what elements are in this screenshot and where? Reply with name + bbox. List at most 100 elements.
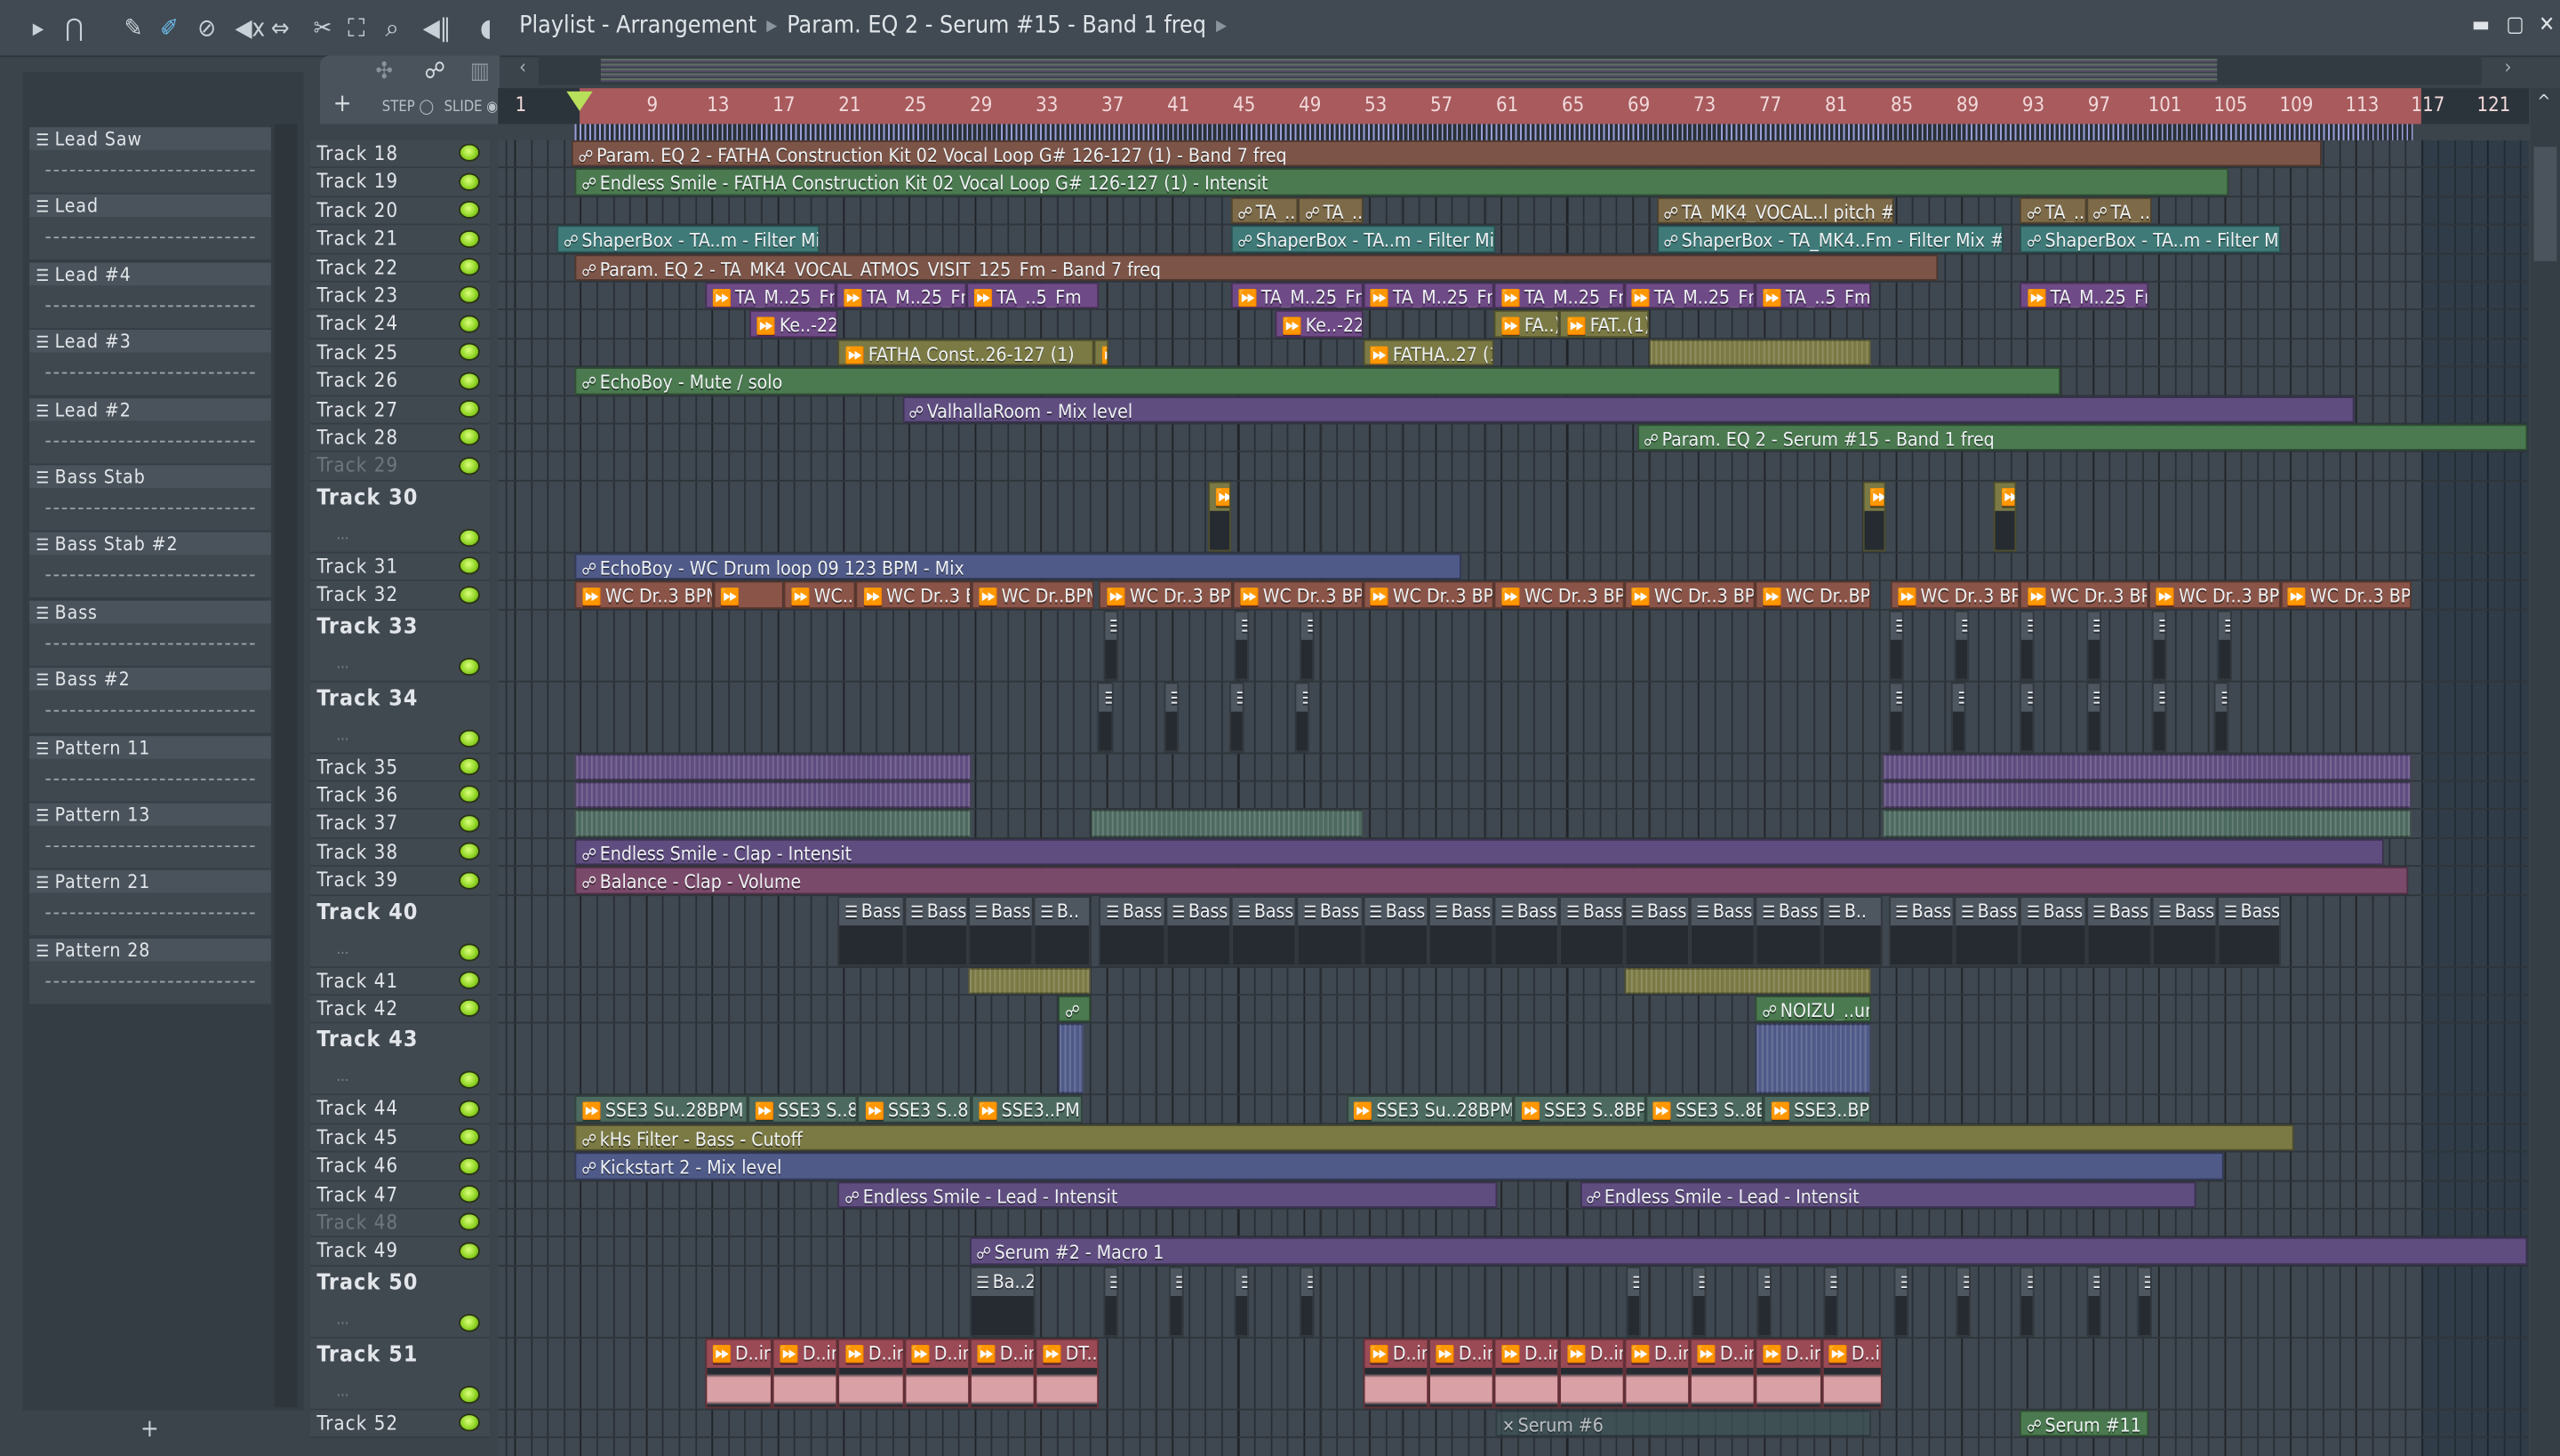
- track-lane[interactable]: [498, 967, 2530, 996]
- pattern-clip[interactable]: ☰: [1888, 610, 1904, 680]
- track-mute-led[interactable]: [459, 785, 480, 804]
- track-options-icon[interactable]: ···: [336, 1388, 348, 1404]
- automation-clip[interactable]: ☍ ShaperBox - TA..m - Filter Mix: [556, 225, 820, 252]
- track-mute-led[interactable]: [459, 1071, 480, 1090]
- track-lane[interactable]: ☰Ba..2☰☰☰☰☰☰☰☰☰☰☰☰☰: [498, 1266, 2530, 1339]
- track-mute-led[interactable]: [459, 286, 480, 305]
- clip[interactable]: [1882, 753, 2412, 780]
- pattern-clip[interactable]: ☰ Bass: [1230, 895, 1297, 966]
- audio-clip[interactable]: ⏩SSE3 S..8BPM: [1514, 1095, 1646, 1123]
- track-mute-led[interactable]: [459, 172, 480, 191]
- step-toggle[interactable]: STEP ◯: [382, 100, 434, 116]
- track-lane[interactable]: [498, 753, 2530, 782]
- track-lane[interactable]: ☰ Bass ☰ Bass ☰ Bass ☰ B.. ☰ Bass ☰ Bass ☰ Bass ☰ Bass ☰…: [498, 895, 2530, 968]
- pattern-header[interactable]: ☰ Lead #2: [29, 397, 271, 421]
- track-mute-led[interactable]: [459, 971, 480, 989]
- pattern-clip[interactable]: ☰ Bass: [903, 895, 969, 966]
- audio-clip[interactable]: ⏩TA_M..25_Fm: [1624, 282, 1756, 309]
- audio-clip[interactable]: ⏩: [1994, 481, 2018, 552]
- audio-clip[interactable]: ⏩ FATHA Const..26-127 (1): [837, 339, 1095, 366]
- track-mute-led[interactable]: [459, 999, 480, 1018]
- pattern-clip[interactable]: ☰ Bass: [1362, 895, 1428, 966]
- track-mute-led[interactable]: [459, 399, 480, 419]
- automation-clip[interactable]: ☍ Endless Smile - FATHA Construction Kit …: [574, 168, 2229, 196]
- waveform-icon[interactable]: ✣: [375, 59, 392, 84]
- track-mute-led[interactable]: [459, 757, 480, 776]
- pattern-clip[interactable]: ☰: [2151, 610, 2167, 680]
- slide-toggle[interactable]: SLIDE ◉: [444, 100, 499, 116]
- pattern-item[interactable]: ☰ Bass #2: [29, 668, 271, 733]
- automation-clip[interactable]: ☍ TA_MK4_VOCAL..l pitch #2: [1657, 196, 1894, 224]
- pattern-header[interactable]: ☰ Lead: [29, 195, 271, 218]
- track-header[interactable]: Track 51 ···: [309, 1338, 491, 1411]
- automation-clip[interactable]: ☍ Param. EQ 2 - Serum #15 - Band 1 freq: [1636, 424, 2527, 452]
- pattern-clip[interactable]: ☰: [1625, 1266, 1641, 1337]
- pattern-clip[interactable]: ☰: [2085, 610, 2101, 680]
- track-lane[interactable]: [498, 452, 2530, 482]
- automation-clip[interactable]: ☍ Endless Smile - Lead - Intensit: [1580, 1180, 2196, 1208]
- track-lane[interactable]: ⏩ ⏩ ⏩: [498, 481, 2530, 554]
- audio-clip[interactable]: ⏩ Ke..-22: [1275, 310, 1363, 338]
- track-lane[interactable]: ☍ ValhallaRoom - Mix level: [498, 396, 2530, 425]
- pattern-clip[interactable]: ☰: [2217, 610, 2233, 680]
- track-mute-led[interactable]: [459, 1128, 480, 1147]
- clip[interactable]: [1648, 339, 1871, 366]
- track-lane[interactable]: [498, 1024, 2530, 1096]
- pattern-header[interactable]: ☰ Pattern 13: [29, 803, 271, 827]
- track-mute-led[interactable]: [459, 428, 480, 447]
- pattern-clip[interactable]: ☰ Bass: [1296, 895, 1363, 966]
- pattern-clip[interactable]: ☰: [1098, 681, 1113, 752]
- scroll-up-icon[interactable]: ^: [2537, 92, 2550, 113]
- pattern-clip[interactable]: ☰: [1229, 681, 1244, 752]
- pattern-clip[interactable]: ☰: [2137, 1266, 2152, 1337]
- clip[interactable]: [574, 810, 972, 837]
- pattern-header[interactable]: ☰ Pattern 28: [29, 938, 271, 962]
- clip[interactable]: [968, 967, 1092, 995]
- audio-clip[interactable]: ⏩WC Dr..3 BPM: [1493, 581, 1625, 609]
- audio-clip[interactable]: ⏩SSE3..BPM: [1764, 1095, 1871, 1123]
- pattern-clip[interactable]: ☰: [1951, 681, 1966, 752]
- track-mute-led[interactable]: [459, 342, 480, 362]
- pattern-item[interactable]: ☰ Pattern 11: [29, 735, 271, 801]
- audio-clip[interactable]: ⏩TA_M..25_Fm: [1493, 282, 1625, 309]
- track-mute-led[interactable]: [459, 258, 480, 276]
- clip[interactable]: [574, 781, 972, 809]
- track-header[interactable]: Track 43 ···: [309, 1024, 491, 1096]
- audio-clip[interactable]: ⏩SSE3 S..8BPM: [1645, 1095, 1764, 1123]
- breadcrumb-arrow-icon[interactable]: ▸: [1216, 13, 1227, 39]
- scroll-right-icon[interactable]: ›: [2505, 55, 2512, 78]
- track-lane[interactable]: ⏩FATHA Const..26-127 (1)⏩⏩FATHA..27 (1): [498, 339, 2530, 368]
- scrollbar-thumb[interactable]: [2533, 147, 2557, 261]
- clip[interactable]: [1882, 810, 2412, 837]
- audio-clip[interactable]: ⏩SSE3 S..8BPM: [748, 1095, 859, 1123]
- pattern-clip[interactable]: ☰ Bass: [1164, 895, 1231, 966]
- automation-clip[interactable]: ☍ EchoBoy - WC Drum loop 09 123 BPM - Mix: [574, 553, 1461, 580]
- audio-clip[interactable]: ⏩: [713, 581, 784, 609]
- audio-clip[interactable]: ⏩TA_M..25_Fm: [1230, 282, 1363, 309]
- pattern-header[interactable]: ☰ Bass: [29, 600, 271, 624]
- track-header[interactable]: Track 21: [309, 225, 491, 254]
- track-lane[interactable]: [498, 1210, 2530, 1238]
- track-mute-led[interactable]: [459, 456, 480, 475]
- track-lane[interactable]: ✕ Serum #6 ☍ Serum #11: [498, 1410, 2530, 1439]
- add-track-button[interactable]: +: [333, 88, 352, 117]
- automation-clip[interactable]: ☍ ShaperBox - TA..m - Filter Mix: [1230, 225, 1496, 252]
- automation-clip[interactable]: ☍ TA_..: [2020, 196, 2086, 224]
- pattern-item[interactable]: ☰ Pattern 13: [29, 803, 271, 868]
- pattern-clip[interactable]: ☰ Bass: [1690, 895, 1756, 966]
- track-options-icon[interactable]: ···: [336, 1317, 348, 1333]
- pattern-clip[interactable]: ☰ Bass: [1624, 895, 1690, 966]
- slip-icon[interactable]: ⇔: [271, 13, 290, 43]
- pattern-clip[interactable]: ☰: [2085, 1266, 2101, 1337]
- automation-clip[interactable]: ☍ Param. EQ 2 - TA_MK4_VOCAL_ATMOS_VISIT_…: [574, 253, 1939, 281]
- pattern-clip[interactable]: ☰: [2020, 681, 2036, 752]
- pattern-clip[interactable]: ☰: [1893, 1266, 1908, 1337]
- track-mute-led[interactable]: [459, 229, 480, 248]
- audio-clip[interactable]: ⏩TA_M..25_Fm: [2020, 282, 2149, 309]
- pattern-clip[interactable]: ☰: [1300, 610, 1316, 680]
- track-lane[interactable]: ⏩SSE3 Su..28BPM⏩SSE3 S..8BPM⏩SSE3 S..8BP…: [498, 1095, 2530, 1124]
- automation-clip[interactable]: ☍ Kickstart 2 - Mix level: [574, 1152, 2225, 1180]
- track-lane[interactable]: [498, 810, 2530, 839]
- track-lane[interactable]: ☍ Param. EQ 2 - Serum #15 - Band 1 freq: [498, 424, 2530, 453]
- track-mute-led[interactable]: [459, 942, 480, 961]
